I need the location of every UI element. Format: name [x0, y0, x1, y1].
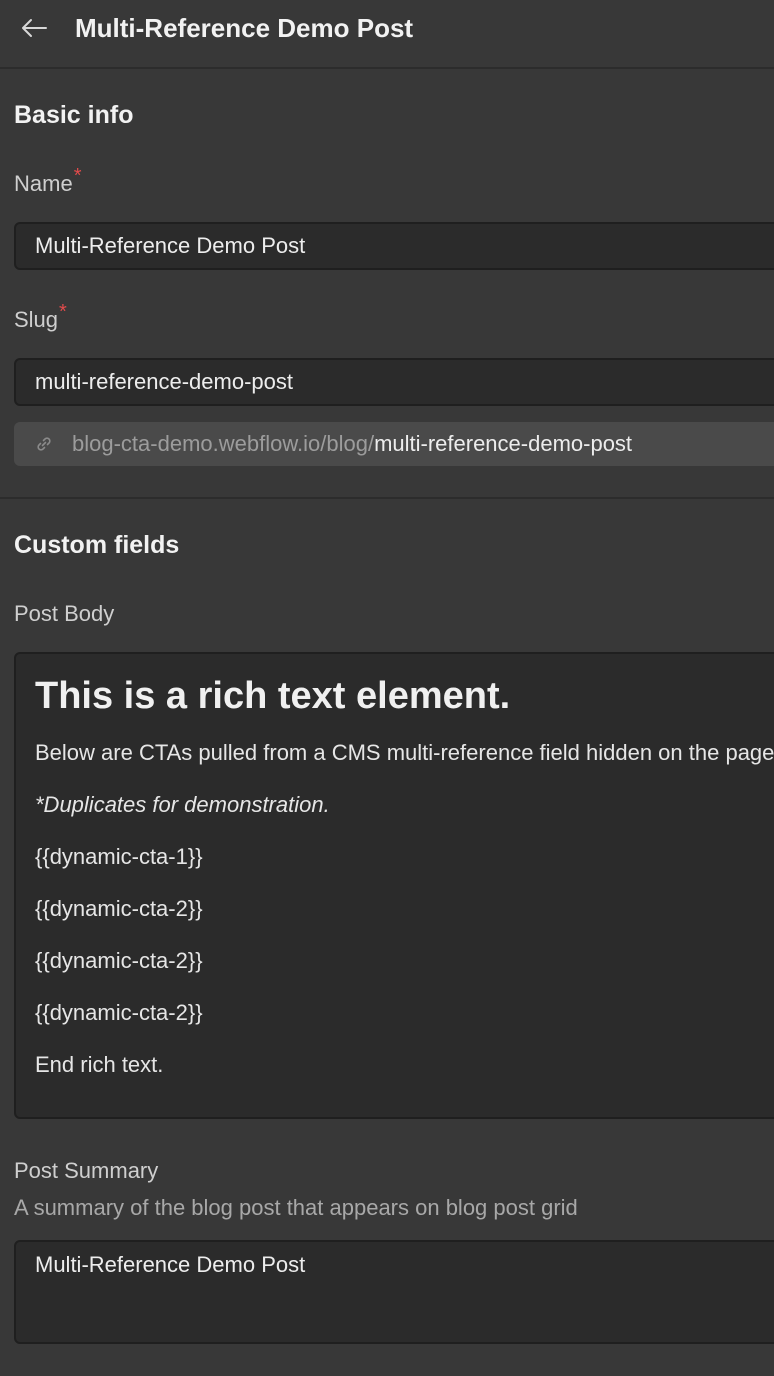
page-header: Multi-Reference Demo Post	[0, 0, 774, 69]
name-label: Name*	[14, 165, 81, 197]
back-button[interactable]	[18, 12, 50, 44]
url-slug: multi-reference-demo-post	[374, 431, 633, 456]
name-input[interactable]: Multi-Reference Demo Post	[14, 222, 774, 270]
rich-text-paragraph: Below are CTAs pulled from a CMS multi-r…	[35, 740, 774, 765]
rich-text-paragraph: {{dynamic-cta-2}}	[35, 896, 203, 921]
rich-text-paragraph: {{dynamic-cta-2}}	[35, 1000, 203, 1025]
rich-text-paragraph: *Duplicates for demonstration.	[35, 792, 330, 817]
page-title: Multi-Reference Demo Post	[75, 13, 414, 43]
post-body-editor[interactable]: This is a rich text element. Below are C…	[14, 652, 774, 1119]
rich-text-paragraph: {{dynamic-cta-2}}	[35, 948, 203, 973]
basic-info-heading: Basic info	[14, 101, 134, 129]
post-summary-help: A summary of the blog post that appears …	[14, 1195, 578, 1220]
slug-label: Slug*	[14, 301, 67, 333]
section-divider	[0, 497, 774, 499]
link-icon	[36, 436, 52, 452]
slug-url-preview[interactable]: blog-cta-demo.webflow.io/blog/multi-refe…	[14, 422, 774, 466]
slug-input[interactable]: multi-reference-demo-post	[14, 358, 774, 406]
post-summary-textarea[interactable]: Multi-Reference Demo Post	[14, 1240, 774, 1344]
slug-label-text: Slug	[14, 307, 59, 332]
custom-fields-heading: Custom fields	[14, 531, 180, 559]
rich-text-heading: This is a rich text element.	[35, 675, 511, 717]
required-marker: *	[73, 165, 82, 187]
required-marker: *	[59, 301, 67, 323]
url-base: blog-cta-demo.webflow.io/blog/	[72, 431, 375, 456]
name-label-text: Name	[14, 171, 73, 196]
rich-text-paragraph: {{dynamic-cta-1}}	[35, 844, 203, 869]
post-summary-label: Post Summary	[14, 1158, 159, 1183]
rich-text-paragraph: End rich text.	[35, 1052, 164, 1077]
arrow-left-icon	[22, 19, 47, 37]
post-body-label: Post Body	[14, 601, 115, 626]
